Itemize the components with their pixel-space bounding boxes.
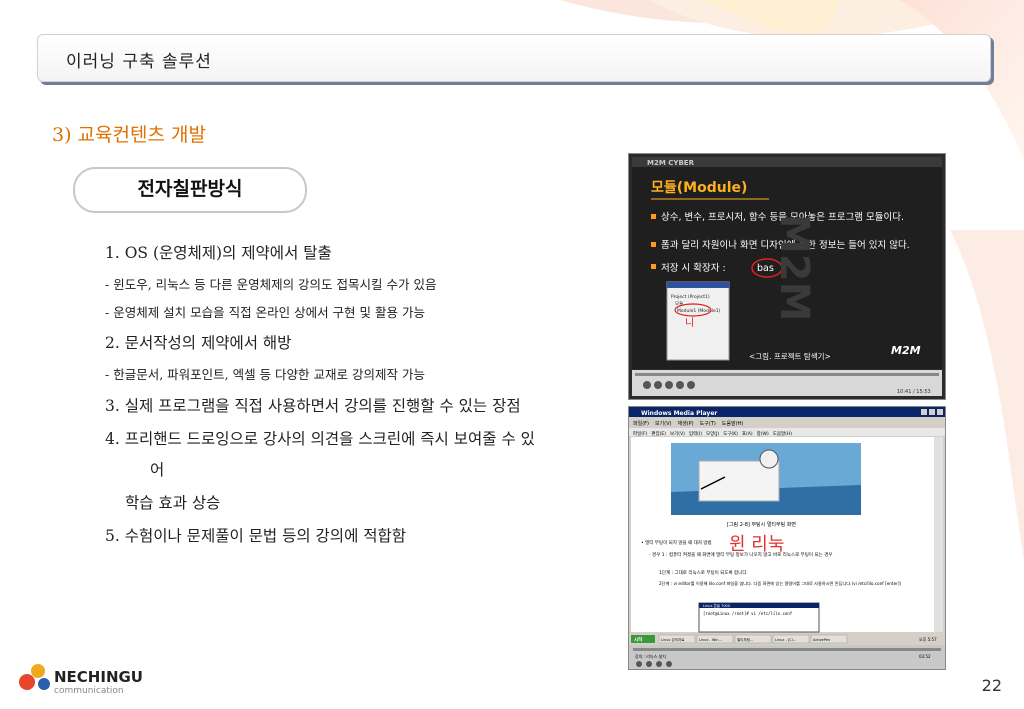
body-line-1: 1. OS (운영체제)의 제약에서 탈출 — [105, 244, 332, 262]
method-pill: 전자칠판방식 — [73, 167, 307, 213]
taskbar-item-1[interactable]: Linux 강의자료 — [661, 637, 685, 642]
doc-line-2: - 경우 1 : 컴퓨터 켜졌을 때 화면에 멀티 부팅 정보가 나오지 않고 … — [649, 551, 833, 558]
taskbar-item-5[interactable]: ActivePen — [813, 638, 830, 642]
slide-title: 모듈(Module) — [651, 180, 747, 196]
slide-watermark: M2M — [771, 214, 817, 321]
tree-item-3: Module1 (Module1) — [677, 308, 721, 314]
page-number: 22 — [981, 676, 1002, 695]
terminal-title: Linux 콘솔 7000 — [703, 603, 730, 608]
doc-line-4: 2단계 : vi editor를 이용해 lilo.conf 파일을 엽니다. … — [659, 580, 901, 587]
tree-item-1: Project (Project1) — [671, 294, 710, 300]
lecture-slide-drawing: M2M CYBER 모듈(Module) 상수, 변수, 프로시저, 함수 등을… — [632, 157, 942, 396]
logo-subtitle: communication — [54, 686, 124, 696]
player-time: 10:41 / 15:53 — [897, 389, 931, 395]
media-player-screenshot: Windows Media Player 파일(F) 보기(V) 재생(P) 도구(T… — [628, 406, 946, 670]
slide-logo: M2M — [891, 344, 921, 357]
title-bar: 이러닝 구축 솔루션 — [37, 34, 991, 82]
body-line-4: 2. 문서작성의 제약에서 해방 — [105, 334, 292, 352]
doc-menu-bar[interactable]: 파일(F) 편집(E) 보기(V) 입력(I) 모양(J) 도구(K) 표(A) 창(W) 도움… — [633, 430, 792, 437]
start-button[interactable]: 시작 — [634, 636, 643, 643]
handwritten-note: 니 — [685, 317, 694, 329]
slide-brand: M2M CYBER — [647, 159, 695, 167]
media-player-drawing: Windows Media Player 파일(F) 보기(V) 재생(P) 도구(T… — [629, 407, 945, 669]
taskbar-clock: 오후 5:57 — [919, 636, 937, 642]
body-line-8: 어 — [150, 461, 165, 479]
body-line-3: - 운영체제 설치 모습을 직접 온라인 상에서 구현 및 활용 가능 — [105, 305, 425, 320]
lecture-slide-screenshot: M2M CYBER 모듈(Module) 상수, 변수, 프로시저, 함수 등을… — [628, 153, 946, 400]
figure-caption: [그림 2-8] 부팅시 멀티부팅 화면 — [727, 521, 796, 528]
taskbar-item-3[interactable]: 멀티부팅... — [737, 637, 753, 642]
terminal-command: [root@Linux /root]# vi /etc/lilo.conf — [703, 611, 793, 616]
body-line-6: 3. 실제 프로그램을 직접 사용하면서 강의를 진행할 수 있는 장점 — [105, 397, 521, 415]
body-line-9: 학습 효과 상승 — [125, 494, 221, 512]
taskbar-item-2[interactable]: Linux - Win... — [699, 638, 722, 642]
handwriting-annotation: 윈 리눅 — [729, 534, 784, 555]
body-line-2: - 윈도우, 리눅스 등 다른 운영체제의 강의도 접목시킬 수가 있음 — [105, 277, 437, 292]
logo-name: NECHINGU — [54, 668, 143, 686]
player-status-left: 강의 : 리눅스 설치 — [635, 653, 666, 659]
page-title: 이러닝 구축 솔루션 — [66, 52, 212, 72]
taskbar-item-4[interactable]: Linux - [Cl... — [775, 638, 796, 642]
logo-icon — [19, 664, 50, 690]
slide-caption: <그림. 프로젝트 탐색기> — [749, 351, 831, 361]
player-status-right: 03:52 — [919, 654, 931, 659]
body-line-5: - 한글문서, 파워포인트, 엑셀 등 다양한 교재로 강의제작 가능 — [105, 367, 425, 382]
doc-line-3: 1단계 : 그대로 리눅스로 부팅이 되도록 합니다. — [659, 569, 748, 576]
body-line-10: 5. 수험이나 문제풀이 문법 등의 강의에 적합함 — [105, 527, 407, 545]
section-title: 3) 교육컨텐츠 개발 — [52, 124, 206, 146]
body-line-7: 4. 프리핸드 드로잉으로 강사의 의견을 스크린에 즉시 보여줄 수 있 — [105, 430, 535, 448]
doc-line-1: • 멀티 부팅이 되지 않을 때 대처 방법 — [641, 539, 712, 546]
player-menu-bar[interactable]: 파일(F) 보기(V) 재생(P) 도구(T) 도움말(H) — [633, 420, 743, 427]
slide-bullet-3: 저장 시 확장자 : — [661, 262, 726, 274]
player-window-title: Windows Media Player — [641, 410, 717, 417]
